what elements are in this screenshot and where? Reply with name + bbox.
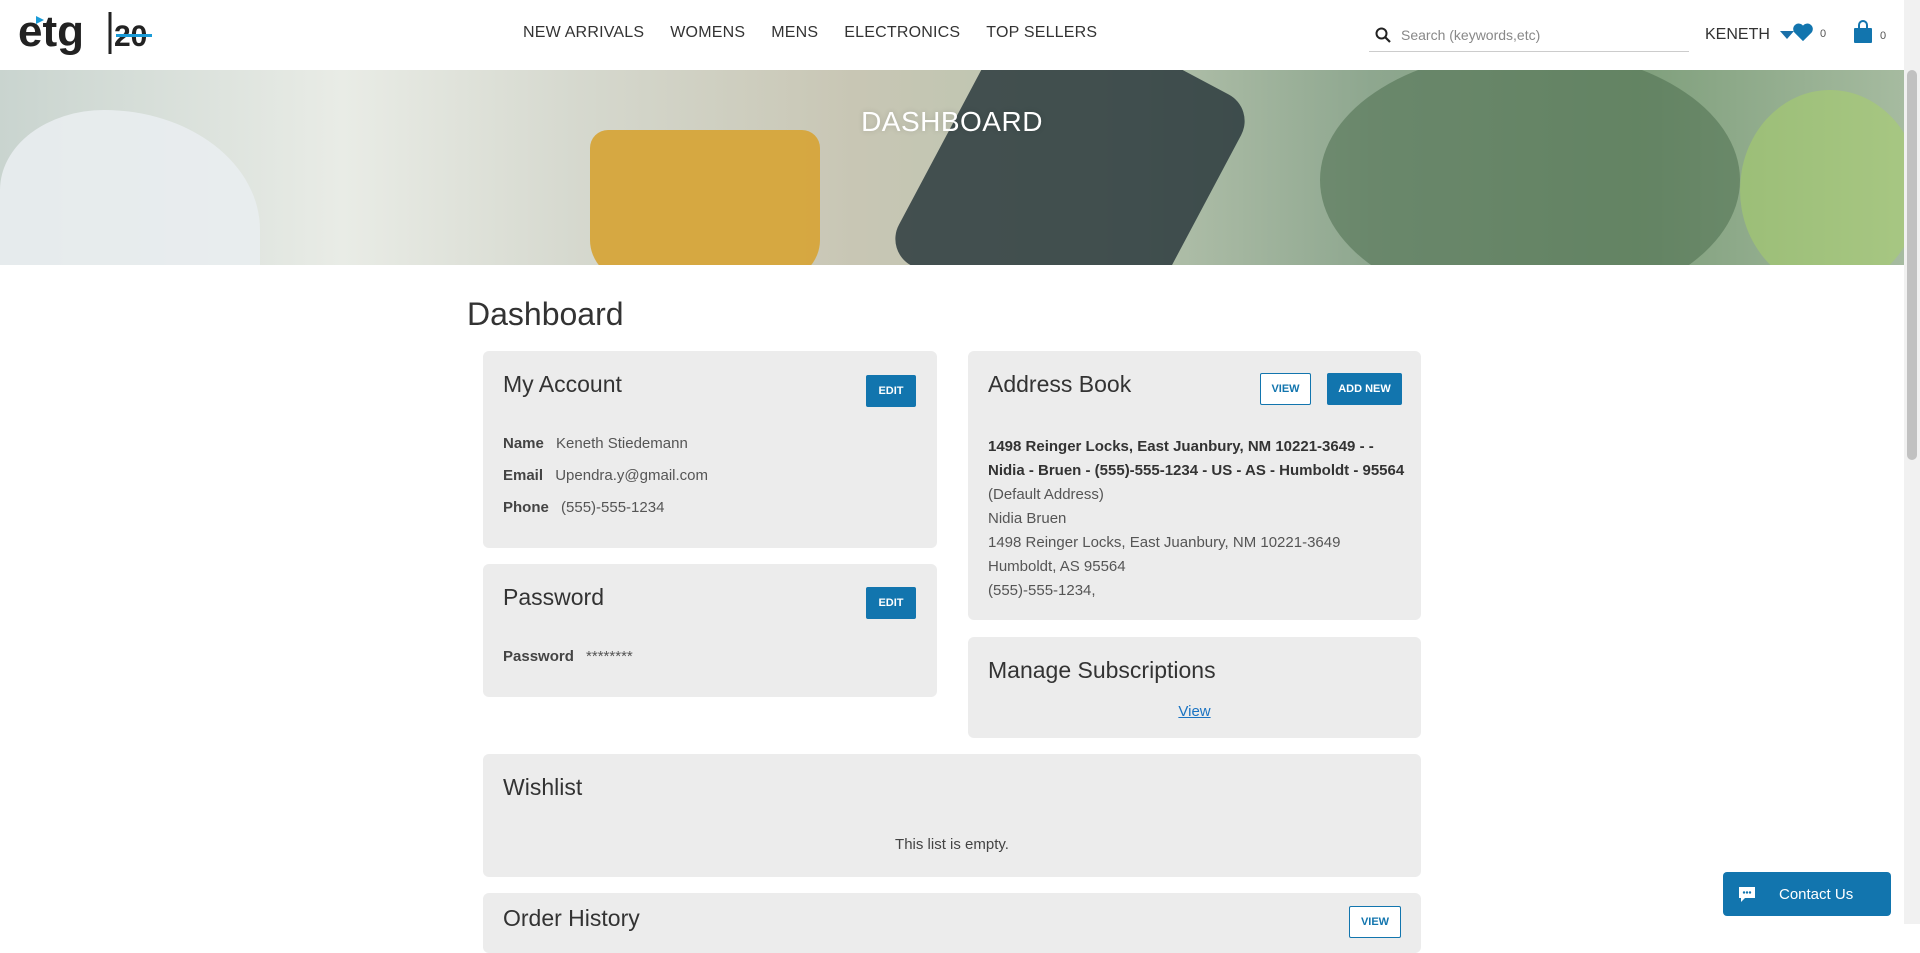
phone-label: Phone: [503, 499, 549, 516]
phone-value: (555)-555-1234: [561, 499, 665, 516]
etg-logo[interactable]: etg 20: [18, 6, 158, 64]
account-email: Email Upendra.y@gmail.com: [503, 467, 708, 484]
address-street: 1498 Reinger Locks, East Juanbury, NM 10…: [988, 534, 1341, 551]
chat-icon: [1739, 887, 1755, 902]
wishlist-empty-message: This list is empty.: [895, 836, 1009, 853]
hero-decoration: [590, 130, 820, 265]
search-icon[interactable]: [1375, 27, 1391, 43]
wishlist-count: 0: [1820, 28, 1827, 40]
contact-us-button[interactable]: Contact Us: [1723, 872, 1891, 916]
heart-icon: [1793, 23, 1813, 42]
cart-count: 0: [1880, 30, 1887, 42]
search-input[interactable]: [1401, 26, 1681, 43]
address-summary: 1498 Reinger Locks, East Juanbury, NM 10…: [988, 438, 1405, 479]
wishlist-link[interactable]: 0: [1792, 22, 1826, 42]
password-field: Password ********: [503, 648, 633, 665]
password-value: ********: [586, 648, 633, 665]
subscriptions-heading: Manage Subscriptions: [988, 657, 1216, 683]
default-address: 1498 Reinger Locks, East Juanbury, NM 10…: [988, 435, 1408, 603]
page-title: Dashboard: [467, 296, 624, 332]
name-label: Name: [503, 435, 544, 452]
svg-text:etg: etg: [18, 7, 84, 56]
user-menu[interactable]: KENETH: [1705, 26, 1794, 44]
account-phone: Phone (555)-555-1234: [503, 499, 664, 516]
address-book-heading: Address Book: [988, 371, 1132, 397]
account-name: Name Keneth Stiedemann: [503, 435, 688, 452]
address-city: Humboldt, AS 95564: [988, 558, 1126, 575]
address-book-card: Address Book VIEW ADD NEW 1498 Reinger L…: [968, 351, 1421, 620]
edit-password-button[interactable]: EDIT: [866, 587, 916, 619]
subscriptions-link-wrap: View: [968, 703, 1421, 721]
edit-account-button[interactable]: EDIT: [866, 375, 916, 407]
shopping-bag-icon: [1854, 20, 1872, 43]
user-name: KENETH: [1705, 26, 1770, 43]
password-card: Password EDIT Password ********: [483, 564, 937, 697]
hero-banner: DASHBOARD: [0, 70, 1904, 265]
wishlist-card: Wishlist This list is empty.: [483, 754, 1421, 877]
view-addresses-button[interactable]: VIEW: [1260, 373, 1311, 405]
view-subscriptions-link[interactable]: View: [1178, 703, 1210, 720]
cart-link[interactable]: 0: [1852, 20, 1886, 44]
search-bar: [1369, 18, 1689, 52]
site-header: etg 20 NEW ARRIVALS WOMENS MENS ELECTRON…: [0, 0, 1904, 70]
nav-top-sellers[interactable]: TOP SELLERS: [986, 24, 1097, 42]
main-nav: NEW ARRIVALS WOMENS MENS ELECTRONICS TOP…: [523, 24, 1123, 42]
add-address-button[interactable]: ADD NEW: [1327, 373, 1402, 405]
view-orders-button[interactable]: VIEW: [1349, 906, 1401, 938]
hero-decoration: [1320, 70, 1740, 265]
default-address-label: (Default Address): [988, 486, 1104, 503]
order-history-heading: Order History: [503, 905, 640, 931]
password-heading: Password: [503, 584, 604, 610]
hero-decoration: [884, 70, 1256, 265]
email-label: Email: [503, 467, 544, 484]
my-account-card: My Account EDIT Name Keneth Stiedemann E…: [483, 351, 937, 548]
address-phone: (555)-555-1234,: [988, 582, 1096, 599]
page-scrollbar[interactable]: [1904, 0, 1920, 924]
my-account-heading: My Account: [503, 371, 622, 397]
scrollbar-thumb[interactable]: [1907, 70, 1917, 460]
nav-mens[interactable]: MENS: [771, 24, 818, 42]
nav-new-arrivals[interactable]: NEW ARRIVALS: [523, 24, 644, 42]
contact-us-label: Contact Us: [1779, 885, 1854, 903]
order-history-card: Order History VIEW: [483, 893, 1421, 953]
nav-womens[interactable]: WOMENS: [670, 24, 745, 42]
address-name: Nidia Bruen: [988, 510, 1067, 527]
name-value: Keneth Stiedemann: [556, 435, 688, 452]
nav-electronics[interactable]: ELECTRONICS: [844, 24, 960, 42]
hero-title: DASHBOARD: [861, 106, 1043, 137]
subscriptions-card: Manage Subscriptions View: [968, 637, 1421, 738]
wishlist-heading: Wishlist: [503, 774, 583, 800]
password-label: Password: [503, 648, 574, 665]
email-value: Upendra.y@gmail.com: [555, 467, 708, 484]
